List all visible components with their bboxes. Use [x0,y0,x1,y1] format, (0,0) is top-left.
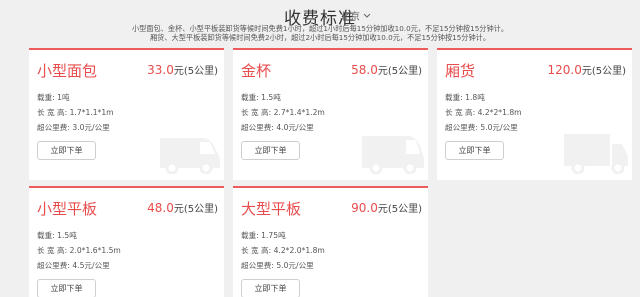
price-value: 90.0 [351,201,378,215]
vehicle-card-small-van: 小型面包 33.0元(5公里) 载重: 1吨 长 宽 高: 1.7*1.1*1m… [29,48,224,180]
price-value: 33.0 [147,63,174,77]
city-label: 北京 [340,12,360,23]
spec-size: 长 宽 高: 2.7*1.4*1.2m [241,108,325,117]
spec-extra-fee: 超公里费: 5.0元/公里 [241,261,314,270]
waiting-fee-note-1: 小型面包、金杯、小型平板装卸货等候时间免费1小时，超过1小时后每15分钟加收10… [131,24,509,33]
truck-icon [564,134,628,174]
spec-extra-fee: 超公里费: 4.0元/公里 [241,123,314,132]
vehicle-name: 大型平板 [241,200,302,218]
vehicle-specs: 载重: 1.75吨 长 宽 高: 4.2*2.0*1.8m 超公里费: 5.0元… [241,228,325,273]
vehicle-specs: 载重: 1吨 长 宽 高: 1.7*1.1*1m 超公里费: 3.0元/公里 [37,90,114,135]
spec-size: 长 宽 高: 2.0*1.6*1.5m [37,246,121,255]
spec-extra-fee: 超公里费: 3.0元/公里 [37,123,110,132]
vehicle-name: 小型平板 [37,200,98,218]
vehicle-card-jinbei: 金杯 58.0元(5公里) 载重: 1.5吨 长 宽 高: 2.7*1.4*1.… [233,48,428,180]
spec-extra-fee: 超公里费: 5.0元/公里 [445,123,518,132]
vehicle-price: 90.0元(5公里) [351,200,422,215]
price-value: 58.0 [351,63,378,77]
page-header: 收费标准 北京 小型面包、金杯、小型平板装卸货等候时间免费1小时，超过1小时后每… [0,0,640,46]
vehicle-specs: 载重: 1.5吨 长 宽 高: 2.7*1.4*1.2m 超公里费: 4.0元/… [241,90,325,135]
spec-extra-fee: 超公里费: 4.5元/公里 [37,261,110,270]
order-button[interactable]: 立即下单 [241,279,300,297]
spec-load: 载重: 1.75吨 [241,231,286,240]
price-unit: 元(5公里) [377,66,422,77]
price-value: 48.0 [147,201,174,215]
vehicle-price: 48.0元(5公里) [147,200,218,215]
vehicle-card-small-flatbed: 小型平板 48.0元(5公里) 载重: 1.5吨 长 宽 高: 2.0*1.6*… [29,186,224,297]
city-selector[interactable]: 北京 [340,8,371,23]
spec-load: 载重: 1.5吨 [37,231,77,240]
vehicle-name: 厢货 [445,62,476,80]
vehicle-card-box-truck: 厢货 120.0元(5公里) 载重: 1.8吨 长 宽 高: 4.2*2*1.8… [437,48,632,180]
vehicle-specs: 载重: 1.8吨 长 宽 高: 4.2*2*1.8m 超公里费: 5.0元/公里 [445,90,522,135]
vehicle-specs: 载重: 1.5吨 长 宽 高: 2.0*1.6*1.5m 超公里费: 4.5元/… [37,228,121,273]
vehicle-name: 金杯 [241,62,272,80]
spec-load: 载重: 1吨 [37,93,70,102]
spec-size: 长 宽 高: 4.2*2*1.8m [445,108,522,117]
order-button[interactable]: 立即下单 [37,141,96,160]
vehicle-card-large-flatbed: 大型平板 90.0元(5公里) 载重: 1.75吨 长 宽 高: 4.2*2.0… [233,186,428,297]
price-unit: 元(5公里) [173,66,218,77]
vehicle-price: 120.0元(5公里) [547,62,626,77]
spec-size: 长 宽 高: 1.7*1.1*1m [37,108,114,117]
spec-load: 载重: 1.5吨 [241,93,281,102]
chevron-down-icon [363,13,371,18]
truck-icon [160,138,220,174]
price-unit: 元(5公里) [581,66,626,77]
truck-icon [362,136,424,174]
price-value: 120.0 [547,63,582,77]
price-unit: 元(5公里) [173,204,218,215]
order-button[interactable]: 立即下单 [37,279,96,297]
spec-size: 长 宽 高: 4.2*2.0*1.8m [241,246,325,255]
spec-load: 载重: 1.8吨 [445,93,485,102]
vehicle-price: 33.0元(5公里) [147,62,218,77]
order-button[interactable]: 立即下单 [445,141,504,160]
vehicle-price: 58.0元(5公里) [351,62,422,77]
waiting-fee-note-2: 厢货、大型平板装卸货等候时间免费2小时，超过2小时后每15分钟加收10.0元，不… [149,33,491,42]
order-button[interactable]: 立即下单 [241,141,300,160]
price-unit: 元(5公里) [377,204,422,215]
vehicle-name: 小型面包 [37,62,98,80]
